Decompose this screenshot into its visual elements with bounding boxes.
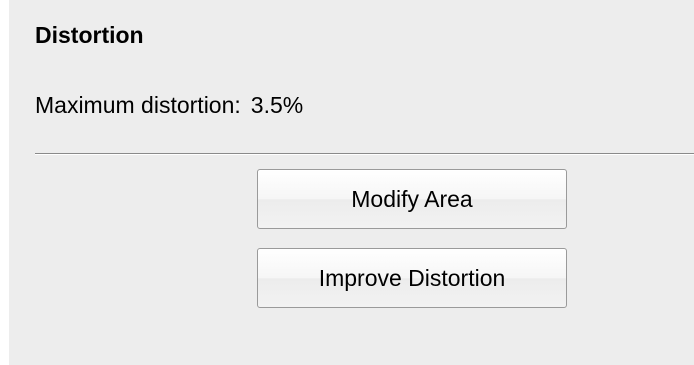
- section-title: Distortion: [35, 22, 144, 48]
- distortion-panel: Distortion Maximum distortion: 3.5% Modif…: [9, 0, 694, 365]
- max-distortion-readout: Maximum distortion: 3.5%: [35, 94, 303, 117]
- max-distortion-label: Maximum distortion:: [35, 92, 241, 118]
- max-distortion-value: 3.5%: [250, 92, 304, 118]
- modify-area-button[interactable]: Modify Area: [257, 169, 567, 229]
- divider: [35, 153, 694, 155]
- improve-distortion-button[interactable]: Improve Distortion: [257, 248, 567, 308]
